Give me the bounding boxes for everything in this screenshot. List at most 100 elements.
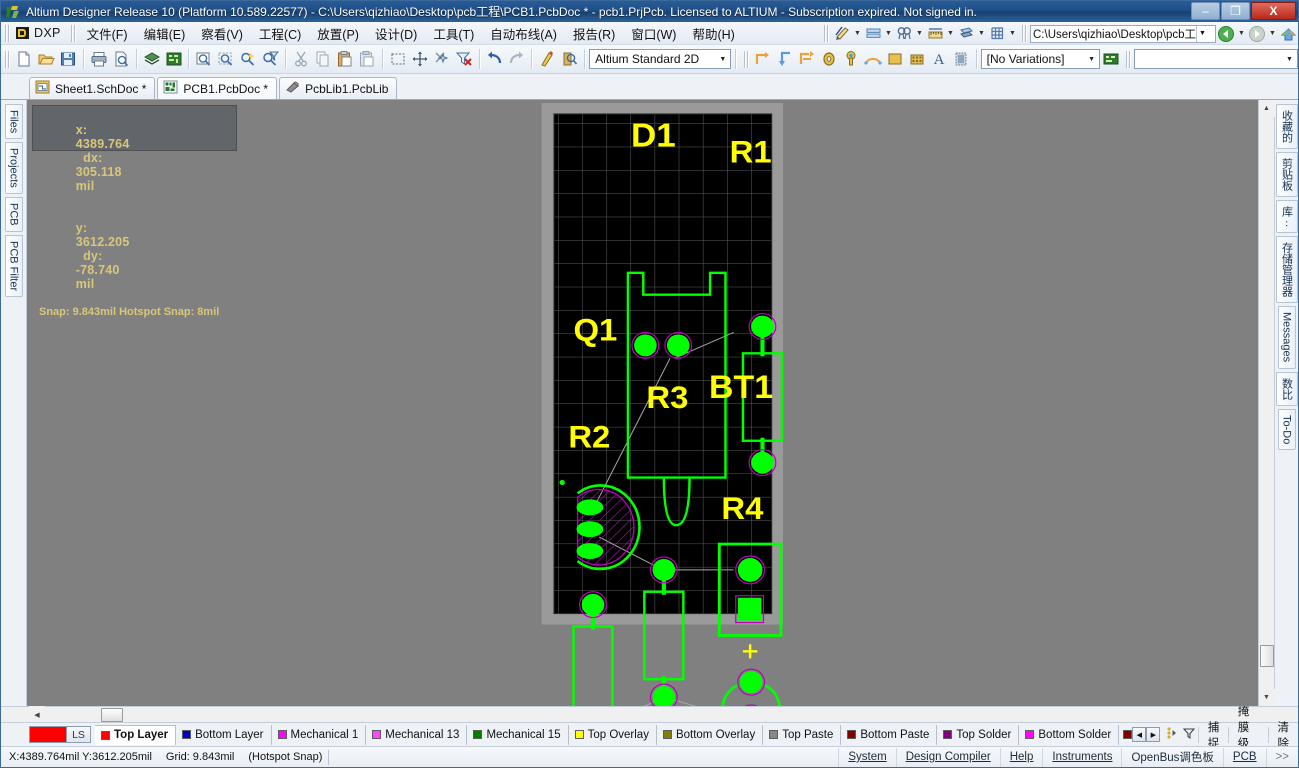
cross-probe-icon[interactable] <box>536 47 558 71</box>
menu-grip-2[interactable] <box>69 24 76 42</box>
scroll-down-icon[interactable]: ▼ <box>1258 689 1275 706</box>
single-layer-mode-icon[interactable] <box>1164 726 1180 743</box>
layer-tab-mechanical-13[interactable]: Mechanical 13 <box>366 724 468 745</box>
layer-tab-top-layer[interactable]: Top Layer <box>95 724 177 745</box>
place-arc-icon[interactable] <box>862 47 884 71</box>
minimize-button[interactable]: – <box>1191 2 1220 20</box>
panel-tab-storage-manager[interactable]: 存储管理器 <box>1275 236 1298 304</box>
layer-color-indicator[interactable]: LS <box>29 726 91 743</box>
canvas-vertical-scrollbar[interactable]: ▲ ▼ <box>1258 100 1275 706</box>
maximize-button[interactable]: ❐ <box>1221 2 1250 20</box>
layer-tab-bottom-overlay[interactable]: Bottom Overlay <box>657 724 764 745</box>
zoom-area-icon[interactable] <box>215 47 237 71</box>
menu-place[interactable]: 放置(P) <box>309 22 367 45</box>
panel-tab-todo[interactable]: To-Do <box>1277 408 1296 450</box>
status-panel-instruments[interactable]: Instruments <box>1042 747 1121 767</box>
scroll-left-icon[interactable]: ◀ <box>29 706 45 723</box>
close-button[interactable]: X <box>1251 2 1296 20</box>
browse-library-icon[interactable] <box>558 47 580 71</box>
scroll-up-icon[interactable]: ▲ <box>1258 100 1275 117</box>
place-toolbar-grip[interactable] <box>743 50 750 68</box>
status-panel-system[interactable]: System <box>838 747 895 767</box>
view-configuration-chevron-down-icon[interactable]: ▼ <box>715 50 730 68</box>
move-icon[interactable] <box>409 47 431 71</box>
panel-tab-clipboard[interactable]: 剪贴板 <box>1275 152 1298 197</box>
empty-combo[interactable]: ▼ <box>1134 49 1298 69</box>
grid-chevron-down-icon[interactable]: ▼ <box>1007 24 1018 43</box>
undo-icon[interactable] <box>484 47 506 71</box>
menu-help[interactable]: 帮助(H) <box>684 22 742 45</box>
panel-tab-pcb-filter[interactable]: PCB Filter <box>4 234 23 297</box>
variations-chevron-down-icon[interactable]: ▼ <box>1084 50 1099 68</box>
measure-chevron-down-icon[interactable]: ▼ <box>945 24 956 43</box>
layers-chevron-down-icon[interactable]: ▼ <box>976 24 987 43</box>
menu-autoroute[interactable]: 自动布线(A) <box>482 22 565 45</box>
layer-tab-bottom-layer[interactable]: Bottom Layer <box>176 724 272 745</box>
schematic-tools-chevron-down-icon[interactable]: ▼ <box>852 24 863 43</box>
zoom-document-icon[interactable] <box>193 47 215 71</box>
paste-icon[interactable] <box>334 47 356 71</box>
layer-tab-top-overlay[interactable]: Top Overlay <box>569 724 657 745</box>
menu-design[interactable]: 设计(D) <box>367 22 425 45</box>
doc-tab-pcblib1-pcblib[interactable]: PcbLib1.PcbLib <box>279 77 398 99</box>
menu-edit[interactable]: 编辑(E) <box>136 22 194 45</box>
panel-tab-libraries[interactable]: 库 ·· <box>1275 200 1298 234</box>
arrow-left-icon[interactable]: ◀ <box>1132 727 1147 742</box>
status-panel-design-compiler[interactable]: Design Compiler <box>895 747 1000 767</box>
arrow-right-icon[interactable]: ▶ <box>1146 727 1161 742</box>
place-fill-icon[interactable] <box>884 47 906 71</box>
doc-tab-pcb1-pcbdoc[interactable]: PCB1.PcbDoc * <box>157 77 278 99</box>
menu-file[interactable]: 文件(F) <box>79 22 136 45</box>
menu-window[interactable]: 窗口(W) <box>623 22 684 45</box>
variations-combo[interactable]: [No Variations] ▼ <box>980 49 1101 69</box>
place-pad-icon[interactable] <box>818 47 840 71</box>
back-icon[interactable] <box>1216 24 1236 43</box>
layer-tab-mechanical-15[interactable]: Mechanical 15 <box>467 724 569 745</box>
panel-tab-messages[interactable]: Messages <box>1277 306 1296 369</box>
menu-grip[interactable] <box>4 24 10 42</box>
empty-combo-chevron-down-icon[interactable]: ▼ <box>1282 50 1297 68</box>
layer-tab-bottom-solder[interactable]: Bottom Solder <box>1019 724 1120 745</box>
path-toolbar-grip[interactable] <box>1021 25 1027 42</box>
save-icon[interactable] <box>57 47 79 71</box>
measure-icon[interactable] <box>925 24 945 43</box>
document-path-chevron-down-icon[interactable]: ▼ <box>1195 25 1208 42</box>
status-panel-openbus[interactable]: OpenBus调色板 <box>1121 747 1222 767</box>
place-line-icon[interactable] <box>752 47 774 71</box>
grid-icon[interactable] <box>987 24 1007 43</box>
place-via-icon[interactable] <box>840 47 862 71</box>
layer-tab-bottom-paste[interactable]: Bottom Paste <box>841 724 938 745</box>
panel-tab-differences[interactable]: 数比 <box>1275 371 1298 406</box>
new-document-icon[interactable] <box>13 47 35 71</box>
right-combo-grip[interactable] <box>1125 50 1132 68</box>
print-preview-icon[interactable] <box>110 47 132 71</box>
pcb-board-icon[interactable] <box>163 47 185 71</box>
document-path-combo[interactable]: C:\Users\qizhiao\Desktop\pcb工 ▼ <box>1030 24 1216 43</box>
home-icon[interactable] <box>1278 24 1298 43</box>
place-string-icon[interactable]: A <box>928 47 950 71</box>
layers-icon[interactable] <box>956 24 976 43</box>
place-component-icon[interactable] <box>906 47 928 71</box>
place-polygon-icon[interactable] <box>796 47 818 71</box>
panel-tab-projects[interactable]: Projects <box>4 142 23 194</box>
menu-project[interactable]: 工程(C) <box>251 22 309 45</box>
deselect-icon[interactable] <box>431 47 453 71</box>
vertical-scroll-thumb[interactable] <box>1259 645 1274 667</box>
layer-tab-top-paste[interactable]: Top Paste <box>763 724 842 745</box>
place-track-interactive-icon[interactable] <box>774 47 796 71</box>
open-document-icon[interactable] <box>35 47 57 71</box>
place-region-icon[interactable] <box>950 47 972 71</box>
menu-tools[interactable]: 工具(T) <box>425 22 482 45</box>
select-area-icon[interactable] <box>387 47 409 71</box>
layer-filter-icon[interactable] <box>1180 727 1198 743</box>
clear-filter-icon[interactable] <box>453 47 475 71</box>
status-panel-more[interactable]: >> <box>1265 747 1298 767</box>
layer-tab-top-solder[interactable]: Top Solder <box>937 724 1020 745</box>
open-project-icon[interactable] <box>141 47 163 71</box>
status-panel-pcb[interactable]: PCB <box>1222 747 1266 767</box>
panel-tab-pcb[interactable]: PCB <box>4 196 23 232</box>
canvas-horizontal-scrollbar[interactable]: ◀ <box>1 706 1298 723</box>
board-stack-chevron-down-icon[interactable]: ▼ <box>883 24 894 43</box>
layer-tab-mechanical-1[interactable]: Mechanical 1 <box>272 724 367 745</box>
menu-view[interactable]: 察看(V) <box>193 22 251 45</box>
